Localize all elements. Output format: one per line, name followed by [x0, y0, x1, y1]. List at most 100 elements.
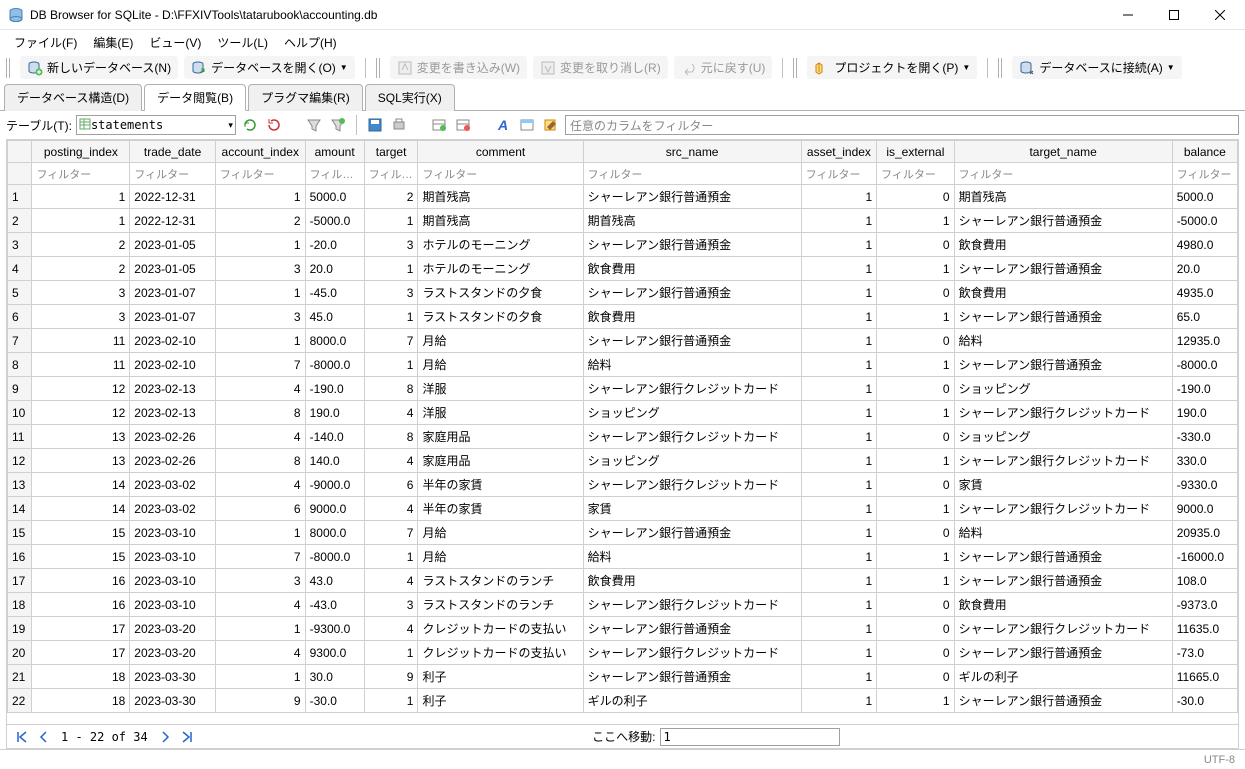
print-table-button[interactable] — [389, 115, 409, 135]
cell-src_name[interactable]: シャーレアン銀行クレジットカード — [583, 473, 801, 497]
filter-is_external[interactable]: フィルター — [877, 163, 954, 185]
cell-target_name[interactable]: シャーレアン銀行普通預金 — [954, 545, 1172, 569]
row-number[interactable]: 10 — [8, 401, 32, 425]
cell-amount[interactable]: -43.0 — [305, 593, 364, 617]
row-number[interactable]: 9 — [8, 377, 32, 401]
cell-src_name[interactable]: シャーレアン銀行クレジットカード — [583, 593, 801, 617]
cell-src_name[interactable]: ショッピング — [583, 401, 801, 425]
cell-target[interactable]: 3 — [364, 233, 418, 257]
menu-tools[interactable]: ツール(L) — [209, 32, 276, 53]
cell-amount[interactable]: -5000.0 — [305, 209, 364, 233]
cell-posting_index[interactable]: 13 — [32, 449, 130, 473]
cell-target[interactable]: 8 — [364, 377, 418, 401]
cell-src_name[interactable]: シャーレアン銀行普通預金 — [583, 329, 801, 353]
table-row[interactable]: 21182023-03-30130.09利子シャーレアン銀行普通預金10ギルの利… — [8, 665, 1238, 689]
cell-src_name[interactable]: シャーレアン銀行クレジットカード — [583, 377, 801, 401]
cell-comment[interactable]: 利子 — [418, 689, 583, 713]
cell-trade_date[interactable]: 2023-02-26 — [130, 449, 216, 473]
cell-is_external[interactable]: 0 — [877, 329, 954, 353]
cell-target[interactable]: 4 — [364, 449, 418, 473]
row-number[interactable]: 13 — [8, 473, 32, 497]
cell-posting_index[interactable]: 18 — [32, 689, 130, 713]
cell-comment[interactable]: クレジットカードの支払い — [418, 641, 583, 665]
row-number[interactable]: 12 — [8, 449, 32, 473]
cell-target_name[interactable]: ギルの利子 — [954, 665, 1172, 689]
cell-is_external[interactable]: 0 — [877, 281, 954, 305]
cell-account_index[interactable]: 9 — [215, 689, 305, 713]
col-header-target_name[interactable]: target_name — [954, 141, 1172, 163]
table-row[interactable]: 112022-12-3115000.02期首残高シャーレアン銀行普通預金10期首… — [8, 185, 1238, 209]
cell-account_index[interactable]: 8 — [215, 401, 305, 425]
table-row[interactable]: 322023-01-051-20.03ホテルのモーニングシャーレアン銀行普通預金… — [8, 233, 1238, 257]
cell-target_name[interactable]: 家賃 — [954, 473, 1172, 497]
cell-posting_index[interactable]: 14 — [32, 473, 130, 497]
filter-src_name[interactable]: フィルター — [583, 163, 801, 185]
cell-src_name[interactable]: シャーレアン銀行普通預金 — [583, 665, 801, 689]
cell-posting_index[interactable]: 18 — [32, 665, 130, 689]
cell-asset_index[interactable]: 1 — [801, 665, 876, 689]
cell-comment[interactable]: 利子 — [418, 665, 583, 689]
cell-amount[interactable]: -45.0 — [305, 281, 364, 305]
cell-comment[interactable]: 家庭用品 — [418, 449, 583, 473]
cell-account_index[interactable]: 1 — [215, 617, 305, 641]
table-row[interactable]: 632023-01-07345.01ラストスタンドの夕食飲食費用11シャーレアン… — [8, 305, 1238, 329]
cell-src_name[interactable]: ギルの利子 — [583, 689, 801, 713]
cell-target_name[interactable]: 飲食費用 — [954, 233, 1172, 257]
menu-edit[interactable]: 編集(E) — [85, 32, 141, 53]
cell-comment[interactable]: 半年の家賃 — [418, 497, 583, 521]
cell-target_name[interactable]: 飲食費用 — [954, 593, 1172, 617]
cell-posting_index[interactable]: 11 — [32, 353, 130, 377]
cell-is_external[interactable]: 1 — [877, 689, 954, 713]
cell-posting_index[interactable]: 3 — [32, 305, 130, 329]
cell-src_name[interactable]: シャーレアン銀行普通預金 — [583, 617, 801, 641]
cell-comment[interactable]: クレジットカードの支払い — [418, 617, 583, 641]
cell-amount[interactable]: -9300.0 — [305, 617, 364, 641]
cell-posting_index[interactable]: 12 — [32, 401, 130, 425]
filter-asset_index[interactable]: フィルター — [801, 163, 876, 185]
cell-target_name[interactable]: シャーレアン銀行クレジットカード — [954, 617, 1172, 641]
row-number[interactable]: 16 — [8, 545, 32, 569]
cell-comment[interactable]: ホテルのモーニング — [418, 233, 583, 257]
cell-comment[interactable]: 家庭用品 — [418, 425, 583, 449]
cell-asset_index[interactable]: 1 — [801, 593, 876, 617]
cell-trade_date[interactable]: 2023-02-26 — [130, 425, 216, 449]
cell-balance[interactable]: -9330.0 — [1172, 473, 1237, 497]
cell-is_external[interactable]: 1 — [877, 257, 954, 281]
cell-target[interactable]: 9 — [364, 665, 418, 689]
cell-account_index[interactable]: 3 — [215, 257, 305, 281]
cell-balance[interactable]: -73.0 — [1172, 641, 1237, 665]
cell-is_external[interactable]: 0 — [877, 641, 954, 665]
table-row[interactable]: 12132023-02-268140.04家庭用品ショッピング11シャーレアン銀… — [8, 449, 1238, 473]
cell-trade_date[interactable]: 2023-03-20 — [130, 617, 216, 641]
cell-is_external[interactable]: 0 — [877, 377, 954, 401]
toolbar-grip[interactable] — [376, 58, 382, 78]
cell-is_external[interactable]: 1 — [877, 401, 954, 425]
row-number[interactable]: 11 — [8, 425, 32, 449]
cell-balance[interactable]: -9373.0 — [1172, 593, 1237, 617]
delete-record-button[interactable] — [453, 115, 473, 135]
cell-target[interactable]: 3 — [364, 593, 418, 617]
cell-asset_index[interactable]: 1 — [801, 497, 876, 521]
col-header-amount[interactable]: amount — [305, 141, 364, 163]
cell-account_index[interactable]: 1 — [215, 521, 305, 545]
cell-account_index[interactable]: 3 — [215, 569, 305, 593]
cell-src_name[interactable]: シャーレアン銀行普通預金 — [583, 521, 801, 545]
cell-comment[interactable]: ラストスタンドの夕食 — [418, 281, 583, 305]
cell-trade_date[interactable]: 2023-03-30 — [130, 689, 216, 713]
row-number[interactable]: 7 — [8, 329, 32, 353]
table-row[interactable]: 9122023-02-134-190.08洋服シャーレアン銀行クレジットカード1… — [8, 377, 1238, 401]
open-database-button[interactable]: データベースを開く(O) ▼ — [184, 56, 355, 79]
filter-account_index[interactable]: フィルター — [215, 163, 305, 185]
table-row[interactable]: 17162023-03-10343.04ラストスタンドのランチ飲食費用11シャー… — [8, 569, 1238, 593]
col-header-src_name[interactable]: src_name — [583, 141, 801, 163]
row-number[interactable]: 2 — [8, 209, 32, 233]
cell-balance[interactable]: 4980.0 — [1172, 233, 1237, 257]
table-row[interactable]: 212022-12-312-5000.01期首残高期首残高11シャーレアン銀行普… — [8, 209, 1238, 233]
col-header-comment[interactable]: comment — [418, 141, 583, 163]
row-number[interactable]: 18 — [8, 593, 32, 617]
cell-asset_index[interactable]: 1 — [801, 689, 876, 713]
filter-comment[interactable]: フィルター — [418, 163, 583, 185]
cell-target[interactable]: 1 — [364, 305, 418, 329]
cell-posting_index[interactable]: 16 — [32, 569, 130, 593]
write-changes-button[interactable]: 変更を書き込み(W) — [390, 56, 527, 79]
